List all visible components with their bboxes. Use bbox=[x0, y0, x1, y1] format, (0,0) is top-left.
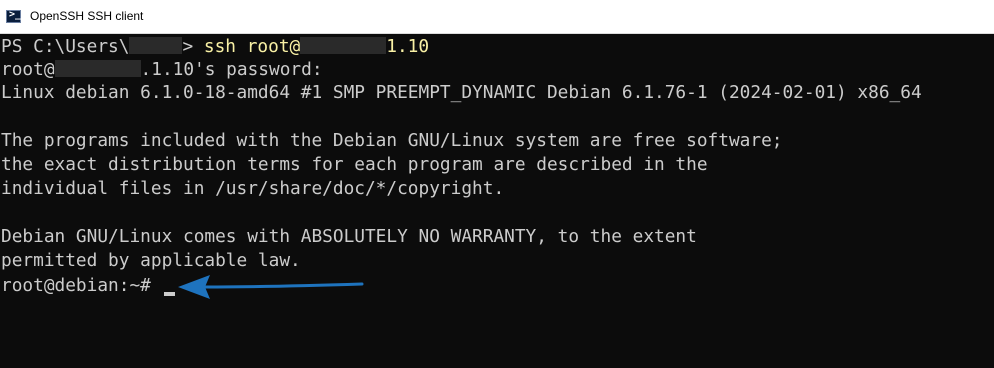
title-bar: >_ OpenSSH SSH client bbox=[0, 0, 994, 34]
annotation-arrow-icon bbox=[178, 275, 364, 299]
terminal-output[interactable]: PS C:\Users\ > ssh root@ 1.10 root@ .1.10's… bbox=[0, 34, 994, 368]
window-title: OpenSSH SSH client bbox=[30, 9, 144, 23]
terminal-icon: >_ bbox=[6, 9, 21, 23]
